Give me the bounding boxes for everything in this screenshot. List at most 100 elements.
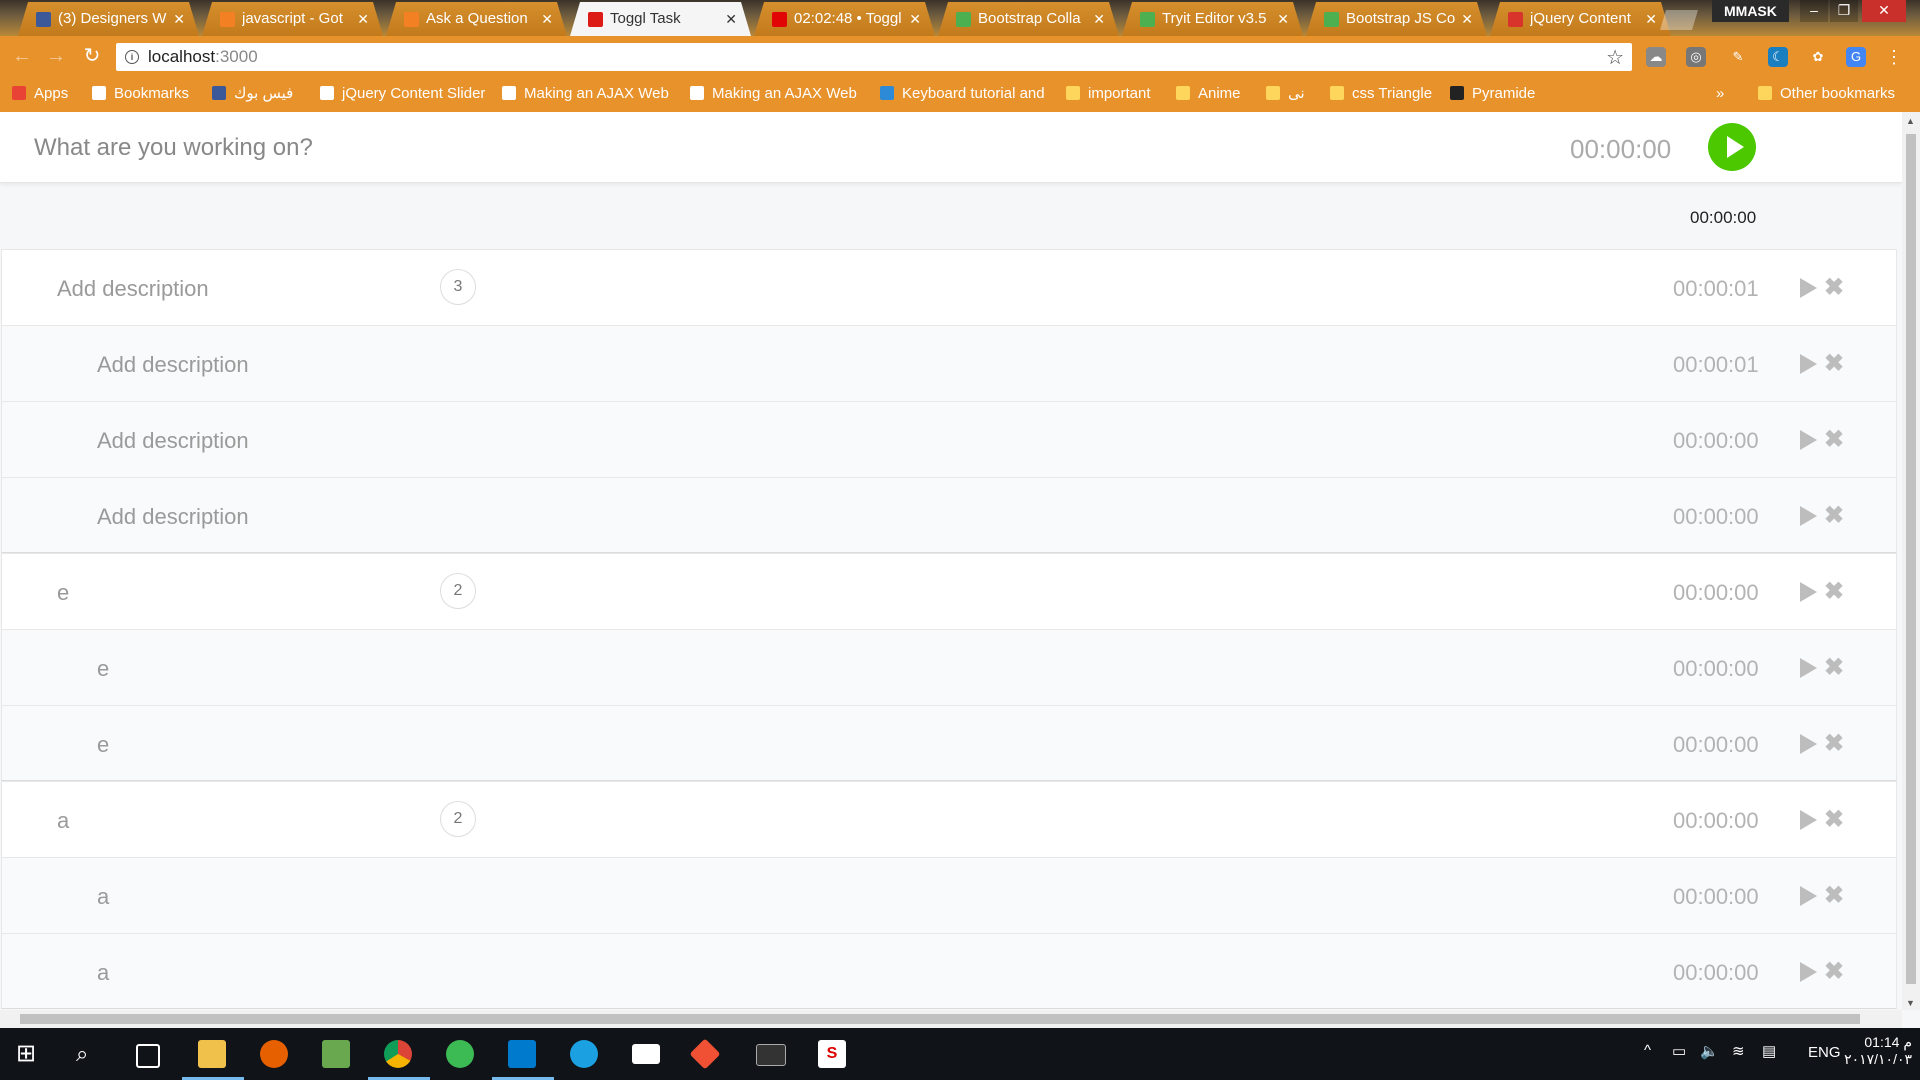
entry-description[interactable]: a <box>97 960 109 986</box>
entry-group-row[interactable]: a 2 00:00:00 ✖ <box>1 781 1897 857</box>
close-tab-icon[interactable]: ✕ <box>173 2 185 36</box>
entry-description[interactable]: a <box>97 884 109 910</box>
entry-description[interactable]: e <box>97 656 109 682</box>
translate-icon[interactable]: G <box>1846 47 1866 67</box>
entry-count-badge[interactable]: 2 <box>440 801 476 837</box>
continue-play-icon[interactable] <box>1800 430 1817 450</box>
description-input[interactable] <box>32 130 936 166</box>
entry-row[interactable]: a 00:00:00 ✖ <box>1 933 1897 1009</box>
file-explorer-icon[interactable] <box>198 1040 226 1068</box>
delete-icon[interactable]: ✖ <box>1824 805 1844 834</box>
task-view-icon[interactable] <box>136 1044 160 1068</box>
bookmark-item[interactable]: Making an AJAX Web <box>502 76 669 112</box>
entry-description[interactable]: Add description <box>97 428 249 454</box>
continue-play-icon[interactable] <box>1800 506 1817 526</box>
entry-row[interactable]: a 00:00:00 ✖ <box>1 857 1897 933</box>
bookmark-item[interactable]: Pyramide <box>1450 76 1535 112</box>
continue-play-icon[interactable] <box>1800 278 1817 298</box>
bookmark-item[interactable]: Bookmarks <box>92 76 189 112</box>
tab-3[interactable]: Ask a Question ✕ <box>386 2 567 36</box>
entry-description[interactable]: e <box>57 580 69 606</box>
back-button[interactable]: ← <box>10 44 34 68</box>
horizontal-scroll-thumb[interactable] <box>20 1014 1860 1024</box>
bookmark-item[interactable]: css Triangle <box>1330 76 1432 112</box>
menu-icon[interactable]: ⋮ <box>1884 47 1904 67</box>
address-bar[interactable]: i localhost:3000 ☆ <box>116 43 1632 71</box>
vscode-icon[interactable] <box>508 1040 536 1068</box>
entry-row[interactable]: Add description 00:00:01 ✖ <box>1 325 1897 401</box>
continue-play-icon[interactable] <box>1800 658 1817 678</box>
chevron-up-icon[interactable]: ^ <box>1644 1042 1651 1059</box>
extension-icon-1[interactable]: ☁ <box>1646 47 1666 67</box>
delete-icon[interactable]: ✖ <box>1824 501 1844 530</box>
continue-play-icon[interactable] <box>1800 734 1817 754</box>
extension-icon-3[interactable]: ☾ <box>1768 47 1788 67</box>
tab-4[interactable]: Toggl Task ✕ <box>570 2 751 36</box>
maximize-button[interactable]: ❐ <box>1830 0 1858 22</box>
delete-icon[interactable]: ✖ <box>1824 729 1844 758</box>
delete-icon[interactable]: ✖ <box>1824 425 1844 454</box>
scroll-up-icon[interactable]: ▲ <box>1906 116 1915 126</box>
tab-6[interactable]: Bootstrap Colla ✕ <box>938 2 1119 36</box>
entry-row[interactable]: Add description 00:00:00 ✖ <box>1 401 1897 477</box>
notification-icon[interactable]: ▤ <box>1762 1042 1776 1060</box>
continue-play-icon[interactable] <box>1800 354 1817 374</box>
bookmark-item[interactable]: Making an AJAX Web <box>690 76 857 112</box>
continue-play-icon[interactable] <box>1800 962 1817 982</box>
continue-play-icon[interactable] <box>1800 582 1817 602</box>
delete-icon[interactable]: ✖ <box>1824 349 1844 378</box>
firefox-icon[interactable] <box>260 1040 288 1068</box>
info-icon[interactable]: i <box>125 50 139 64</box>
new-tab-button[interactable] <box>1660 10 1698 30</box>
atom-icon[interactable] <box>446 1040 474 1068</box>
bookmark-item[interactable]: Anime <box>1176 76 1241 112</box>
entry-description[interactable]: Add description <box>57 276 209 302</box>
extension-icon-2[interactable]: ◎ <box>1686 47 1706 67</box>
entry-description[interactable]: e <box>97 732 109 758</box>
scroll-down-icon[interactable]: ▼ <box>1906 998 1915 1008</box>
other-bookmarks[interactable]: Other bookmarks <box>1758 76 1895 112</box>
slack-icon[interactable]: S <box>818 1040 846 1068</box>
delete-icon[interactable]: ✖ <box>1824 577 1844 606</box>
vertical-scrollbar[interactable]: ▲ ▼ <box>1902 112 1920 1010</box>
entry-row[interactable]: Add description 00:00:00 ✖ <box>1 477 1897 553</box>
bookmark-item[interactable]: Apps <box>12 76 68 112</box>
scroll-thumb[interactable] <box>1906 134 1916 984</box>
close-tab-icon[interactable]: ✕ <box>541 2 553 36</box>
entry-description[interactable]: Add description <box>97 504 249 530</box>
horizontal-scrollbar[interactable] <box>0 1010 1902 1028</box>
extension-icon-4[interactable]: ✿ <box>1808 47 1828 67</box>
profile-button[interactable]: MMASK <box>1712 0 1789 22</box>
bookmark-item[interactable]: نى <box>1266 76 1305 112</box>
clock[interactable]: 01:14 م ٢٠١٧/١٠/٠٣ <box>1832 1034 1912 1068</box>
battery-icon[interactable]: ▭ <box>1672 1042 1686 1060</box>
media-player-icon[interactable] <box>570 1040 598 1068</box>
bookmark-item[interactable]: فيس بوك <box>212 76 293 112</box>
delete-icon[interactable]: ✖ <box>1824 881 1844 910</box>
bluestacks-icon[interactable] <box>322 1040 350 1068</box>
close-window-button[interactable]: ✕ <box>1862 0 1906 22</box>
window-app-icon[interactable] <box>632 1044 660 1064</box>
close-tab-icon[interactable]: ✕ <box>1277 2 1289 36</box>
minimize-button[interactable]: – <box>1800 0 1828 22</box>
chrome-icon[interactable] <box>384 1040 412 1068</box>
continue-play-icon[interactable] <box>1800 886 1817 906</box>
entry-description[interactable]: a <box>57 808 69 834</box>
volume-icon[interactable]: 🔈 <box>1700 1042 1719 1060</box>
entry-description[interactable]: Add description <box>97 352 249 378</box>
forward-button[interactable]: → <box>44 44 68 68</box>
close-tab-icon[interactable]: ✕ <box>909 2 921 36</box>
terminal-icon[interactable] <box>756 1044 786 1066</box>
bookmark-item[interactable]: jQuery Content Slider <box>320 76 485 112</box>
bookmarks-overflow-button[interactable]: » <box>1716 76 1724 112</box>
windows-start-icon[interactable]: ⊞ <box>16 1040 44 1068</box>
entry-row[interactable]: e 00:00:00 ✖ <box>1 705 1897 781</box>
reload-button[interactable]: ↻ <box>80 44 104 68</box>
close-tab-icon[interactable]: ✕ <box>1093 2 1105 36</box>
search-icon[interactable]: ⌕ <box>76 1040 104 1068</box>
bookmark-item[interactable]: Keyboard tutorial and <box>880 76 1045 112</box>
git-icon[interactable] <box>689 1038 721 1070</box>
wifi-icon[interactable]: ≋ <box>1732 1042 1745 1060</box>
tab-8[interactable]: Bootstrap JS Co ✕ <box>1306 2 1487 36</box>
delete-icon[interactable]: ✖ <box>1824 273 1844 302</box>
